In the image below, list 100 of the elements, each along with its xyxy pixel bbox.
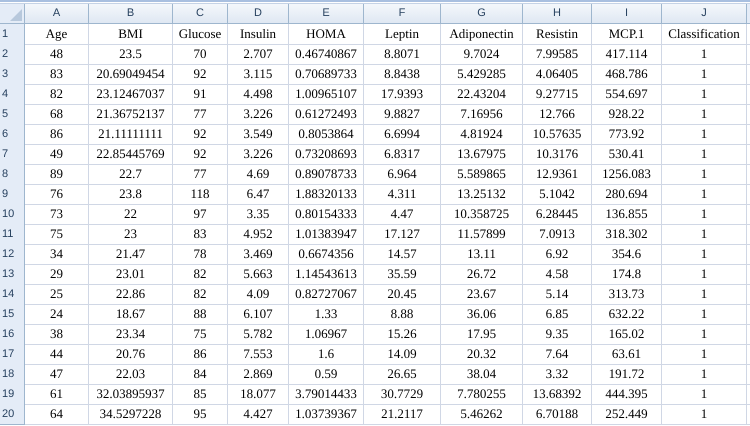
table-cell: 44 xyxy=(25,344,89,364)
table-cell: 313.73 xyxy=(592,284,662,304)
table-cell: 1.01383947 xyxy=(289,224,364,244)
row-header[interactable]: 6 xyxy=(0,124,25,144)
row-header[interactable]: 3 xyxy=(0,64,25,84)
table-cell: 5.14 xyxy=(523,284,592,304)
table-cell: 77 xyxy=(173,164,228,184)
row-header[interactable]: 10 xyxy=(0,204,25,224)
table-cell: 38 xyxy=(25,324,89,344)
table-cell: 97 xyxy=(173,204,228,224)
table-cell: 4.311 xyxy=(364,184,441,204)
table-cell: 9.35 xyxy=(523,324,592,344)
column-header[interactable]: J xyxy=(662,4,747,24)
table-cell: 32.03895937 xyxy=(89,384,173,404)
row-header[interactable]: 1 xyxy=(0,24,25,44)
table-cell: Resistin xyxy=(523,24,592,44)
table-cell: 22.86 xyxy=(89,284,173,304)
table-cell: 82 xyxy=(173,284,228,304)
table-cell: 9.8827 xyxy=(364,104,441,124)
row-header[interactable]: 5 xyxy=(0,104,25,124)
table-cell: 78 xyxy=(173,244,228,264)
column-header[interactable]: B xyxy=(89,4,173,24)
row-header[interactable]: 14 xyxy=(0,284,25,304)
table-cell: 7.16956 xyxy=(441,104,523,124)
table-cell: 136.855 xyxy=(592,204,662,224)
select-all-icon[interactable] xyxy=(10,9,22,21)
row-header[interactable]: 9 xyxy=(0,184,25,204)
table-cell: 20.32 xyxy=(441,344,523,364)
row-header[interactable]: 19 xyxy=(0,384,25,404)
table-cell: 1.33 xyxy=(289,304,364,324)
table-cell: Age xyxy=(25,24,89,44)
table-cell: 1.6 xyxy=(289,344,364,364)
row-header[interactable]: 2 xyxy=(0,44,25,64)
column-header[interactable]: H xyxy=(523,4,592,24)
table-cell: 23.01 xyxy=(89,264,173,284)
column-header[interactable]: C xyxy=(173,4,228,24)
column-header[interactable]: F xyxy=(364,4,441,24)
table-cell: 4.47 xyxy=(364,204,441,224)
row-header[interactable]: 8 xyxy=(0,164,25,184)
table-cell: 5.589865 xyxy=(441,164,523,184)
table-cell: 417.114 xyxy=(592,44,662,64)
table-cell: BMI xyxy=(89,24,173,44)
table-cell: 1 xyxy=(662,104,747,124)
table-cell: 92 xyxy=(173,64,228,84)
column-header[interactable]: E xyxy=(289,4,364,24)
table-cell: 1 xyxy=(662,44,747,64)
table-cell: 1 xyxy=(662,324,747,344)
row-header[interactable]: 4 xyxy=(0,84,25,104)
row-header[interactable]: 16 xyxy=(0,324,25,344)
row-header[interactable]: 11 xyxy=(0,224,25,244)
table-cell: 25 xyxy=(25,284,89,304)
table-cell: 632.22 xyxy=(592,304,662,324)
table-cell: 3.35 xyxy=(228,204,289,224)
row-header[interactable]: 13 xyxy=(0,264,25,284)
table-cell: 6.47 xyxy=(228,184,289,204)
table-cell: 1 xyxy=(662,64,747,84)
table-cell: 7.64 xyxy=(523,344,592,364)
table-cell: 3.226 xyxy=(228,104,289,124)
table-cell: 22.85445769 xyxy=(89,144,173,164)
row-header[interactable]: 20 xyxy=(0,404,25,424)
row-header[interactable]: 7 xyxy=(0,144,25,164)
table-cell: 76 xyxy=(25,184,89,204)
table-cell: 48 xyxy=(25,44,89,64)
table-cell: 8.88 xyxy=(364,304,441,324)
table-cell: 1 xyxy=(662,164,747,184)
table-cell: 77 xyxy=(173,104,228,124)
column-header[interactable]: I xyxy=(592,4,662,24)
table-cell: 21.47 xyxy=(89,244,173,264)
table-cell: 95 xyxy=(173,404,228,424)
table-cell: 10.3176 xyxy=(523,144,592,164)
table-cell: 29 xyxy=(25,264,89,284)
table-cell: 1 xyxy=(662,344,747,364)
table-cell: 23.34 xyxy=(89,324,173,344)
table-cell: 6.28445 xyxy=(523,204,592,224)
table-cell: 8.8071 xyxy=(364,44,441,64)
table-cell: 68 xyxy=(25,104,89,124)
row-header[interactable]: 12 xyxy=(0,244,25,264)
table-cell: 3.79014433 xyxy=(289,384,364,404)
table-cell: 49 xyxy=(25,144,89,164)
row-header[interactable]: 17 xyxy=(0,344,25,364)
row-header[interactable]: 18 xyxy=(0,364,25,384)
table-cell: 20.69049454 xyxy=(89,64,173,84)
table-cell: 86 xyxy=(173,344,228,364)
table-cell: 13.67975 xyxy=(441,144,523,164)
table-cell: 1 xyxy=(662,84,747,104)
column-header[interactable]: A xyxy=(25,4,89,24)
table-cell: 83 xyxy=(25,64,89,84)
table-cell: 4.09 xyxy=(228,284,289,304)
table-cell: 1 xyxy=(662,124,747,144)
table-cell: Glucose xyxy=(173,24,228,44)
column-header[interactable]: D xyxy=(228,4,289,24)
column-header[interactable]: G xyxy=(441,4,523,24)
table-cell: 4.06405 xyxy=(523,64,592,84)
table-cell: 22 xyxy=(89,204,173,224)
table-cell: Leptin xyxy=(364,24,441,44)
table-cell: 88 xyxy=(173,304,228,324)
table-cell: 5.663 xyxy=(228,264,289,284)
row-header[interactable]: 15 xyxy=(0,304,25,324)
table-cell: 4.952 xyxy=(228,224,289,244)
table-cell: 1 xyxy=(662,404,747,424)
